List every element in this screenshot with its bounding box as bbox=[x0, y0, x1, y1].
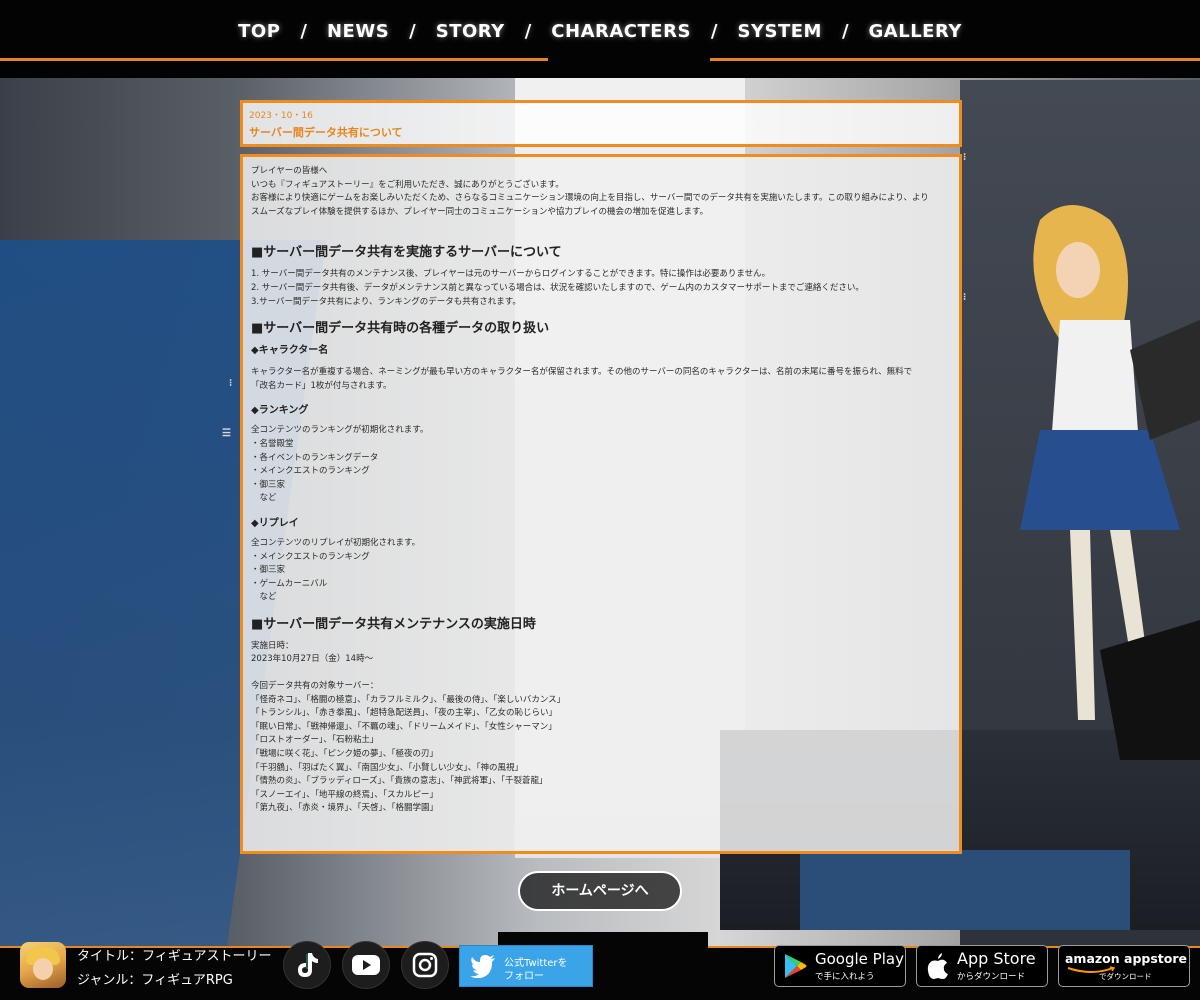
body-line: 今回データ共有の対象サーバー： bbox=[251, 681, 379, 692]
section-item: 2. サーバー間データ共有後、データがメンテナンス前と異なっている場合は、状況を… bbox=[251, 282, 864, 293]
server-list-line: 「トランシル」、「赤き拳風」、「超特急配送員」、「夜の主宰」、「乙女の恥じらい」 bbox=[251, 708, 558, 719]
google-play-badge[interactable]: Google Play で手に入れよう bbox=[774, 945, 906, 987]
home-page-button[interactable]: ホームページへ bbox=[518, 871, 682, 911]
twitter-icon bbox=[470, 955, 495, 978]
body-line: 「改名カード」1枚が付与されます。 bbox=[251, 380, 392, 391]
server-list-line: 「ロストオーダー」、「石粉粘土」 bbox=[251, 735, 379, 746]
body-line: 2023年10月27日（金）14時～ bbox=[251, 654, 374, 665]
body-line: ・御三家 bbox=[251, 479, 286, 490]
app-store-sublabel: からダウンロード bbox=[957, 972, 1026, 982]
body-line: 全コンテンツのリプレイが初期化されます。 bbox=[251, 537, 421, 548]
body-line: ・メインクエストのランキング bbox=[251, 551, 370, 562]
body-line: など bbox=[251, 592, 277, 603]
youtube-link[interactable] bbox=[342, 941, 390, 989]
body-line: など bbox=[251, 493, 277, 504]
instagram-icon bbox=[412, 952, 438, 978]
body-line: キャラクター名が重複する場合、ネーミングが最も早い方のキャラクター名が保留されま… bbox=[251, 367, 913, 378]
intro-line: いつも『フィギュアストーリー』をご利用いただき、誠にありがとうございます。 bbox=[251, 179, 564, 190]
server-list-line: 「情熱の炎」、「ブラッディローズ」、「貴族の意志」、「神武将軍」、「千裂蒼龍」 bbox=[251, 776, 548, 787]
intro-line: プレイヤーの皆様へ bbox=[251, 166, 328, 176]
news-date: 2023・10・16 bbox=[249, 111, 313, 121]
body-line: ・各イベントのランキングデータ bbox=[251, 452, 379, 463]
twitter-follow-button[interactable]: 公式Twitterを フォロー bbox=[459, 945, 593, 987]
app-store-badge[interactable]: App Store からダウンロード bbox=[916, 945, 1048, 987]
server-list-line: 「第九夜」、「赤炎・境界」、「天啓」、「格闘学園」 bbox=[251, 803, 439, 814]
section-heading: ■サーバー間データ共有時の各種データの取り扱い bbox=[251, 321, 550, 337]
nav-accent-line-left bbox=[0, 58, 548, 61]
nav-separator: / bbox=[300, 20, 307, 42]
character-figure-illustration bbox=[1020, 205, 1200, 760]
nav-news[interactable]: NEWS bbox=[327, 21, 389, 42]
body-line: ・御三家 bbox=[251, 565, 286, 576]
article-body: プレイヤーの皆様へ いつも『フィギュアストーリー』をご利用いただき、誠にありがと… bbox=[240, 154, 962, 854]
body-line: 全コンテンツのランキングが初期化されます。 bbox=[251, 425, 429, 436]
section-item: 1. サーバー間データ共有のメンテナンス後、プレイヤーは元のサーバーからログイン… bbox=[251, 269, 771, 280]
nav-top[interactable]: TOP bbox=[238, 21, 280, 42]
decor-mark: ☰ bbox=[222, 428, 231, 439]
server-list-line: 「スノーエイ」、「地平線の終焉」、「スカルピー」 bbox=[251, 789, 439, 800]
google-play-sublabel: で手に入れよう bbox=[815, 972, 875, 982]
server-list-line: 「怪奇ネコ」、「格闘の極意」、「カラフルミルク」、「最後の侍」、「楽しいバカンス… bbox=[251, 694, 566, 705]
body-line: ・ゲームカーニバル bbox=[251, 578, 328, 589]
amazon-appstore-badge[interactable]: amazon appstore でダウンロード bbox=[1058, 945, 1190, 987]
amazon-appstore-label: amazon appstore bbox=[1065, 951, 1187, 966]
nav-items: TOP / NEWS / STORY / CHARACTERS / SYSTEM… bbox=[0, 0, 1200, 62]
nav-separator: / bbox=[524, 20, 532, 42]
background-desk-mat bbox=[800, 850, 1130, 930]
subsection-heading: ◆ランキング bbox=[251, 405, 309, 417]
decor-mark: ⁝ bbox=[229, 378, 233, 389]
nav-gallery[interactable]: GALLERY bbox=[869, 21, 962, 42]
nav-separator: / bbox=[409, 20, 416, 42]
news-header: 2023・10・16 サーバー間データ共有について bbox=[240, 100, 962, 147]
server-list-line: 「戦場に咲く花」、「ピンク姫の夢」、「極夜の刃」 bbox=[251, 749, 439, 760]
nav-separator: / bbox=[710, 20, 718, 42]
game-app-icon bbox=[20, 942, 66, 988]
intro-line: お客様により快適にゲームをお楽しみいただくため、さらなるコミュニケーション環境の… bbox=[251, 193, 929, 204]
nav-story[interactable]: STORY bbox=[436, 21, 505, 42]
google-play-label: Google Play bbox=[815, 950, 904, 968]
body-line: ・名誉殿堂 bbox=[251, 438, 294, 449]
section-heading: ■サーバー間データ共有を実施するサーバーについて bbox=[251, 245, 562, 261]
footer-game-genre: ジャンル：フィギュアRPG bbox=[77, 973, 233, 988]
top-navigation: TOP / NEWS / STORY / CHARACTERS / SYSTEM… bbox=[0, 0, 1200, 78]
body-line: ・メインクエストのランキング bbox=[251, 466, 370, 477]
tiktok-link[interactable] bbox=[283, 941, 331, 989]
section-heading: ■サーバー間データ共有メンテナンスの実施日時 bbox=[251, 616, 536, 632]
intro-line: スムーズなプレイ体験を提供するほか、プレイヤー同士のコミュニケーションや協力プレ… bbox=[251, 206, 709, 217]
decor-mark: ⁝ bbox=[963, 152, 967, 163]
nav-center-notch bbox=[555, 58, 703, 78]
footer-game-title: タイトル：フィギュアストーリー bbox=[77, 949, 272, 964]
youtube-icon bbox=[352, 955, 380, 975]
twitter-button-label: フォロー bbox=[504, 971, 544, 982]
app-store-label: App Store bbox=[957, 949, 1036, 968]
nav-characters[interactable]: CHARACTERS bbox=[551, 21, 691, 42]
subsection-heading: ◆リプレイ bbox=[251, 517, 299, 529]
subsection-heading: ◆キャラクター名 bbox=[251, 345, 329, 357]
server-list-line: 「眠い日常」、「戦神帰還」、「不羈の魂」、「ドリームメイド」、「女性シャーマン」 bbox=[251, 721, 557, 732]
section-item: 3.サーバー間データ共有により、ランキングのデータも共有されます。 bbox=[251, 296, 521, 307]
apple-icon bbox=[927, 953, 948, 979]
server-list-line: 「千羽鶴」、「羽ばたく翼」、「南国少女」、「小賢しい少女」、「神の風視」 bbox=[251, 762, 524, 773]
instagram-link[interactable] bbox=[401, 941, 449, 989]
body-line: 実施日時： bbox=[251, 640, 294, 651]
tiktok-icon bbox=[298, 953, 318, 977]
nav-system[interactable]: SYSTEM bbox=[737, 21, 821, 42]
news-title: サーバー間データ共有について bbox=[249, 126, 403, 139]
google-play-icon bbox=[785, 954, 807, 978]
decor-mark: ⁝ bbox=[963, 292, 967, 303]
nav-separator: / bbox=[841, 20, 849, 42]
amazon-appstore-sublabel: でダウンロード bbox=[1099, 972, 1152, 981]
nav-accent-line-right bbox=[710, 58, 1200, 61]
